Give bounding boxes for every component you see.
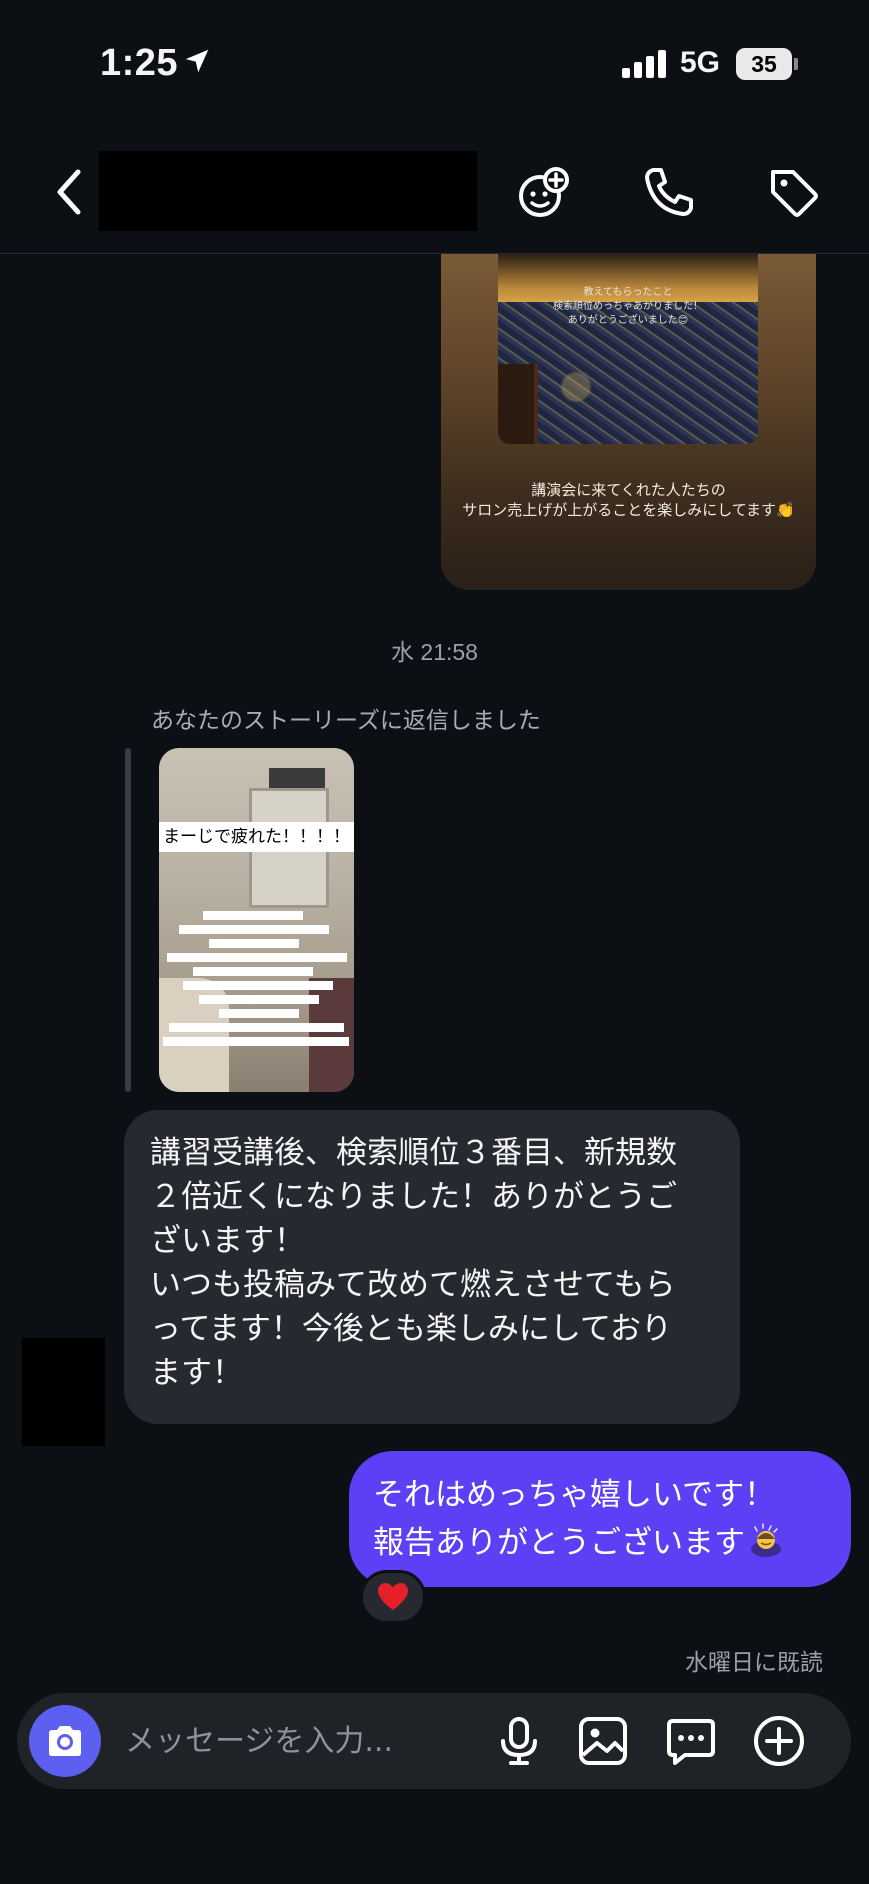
message-timestamp: 水 21:58	[391, 639, 478, 665]
thumb-text-line	[167, 953, 347, 962]
message-input[interactable]	[125, 1717, 425, 1765]
outgoing-message-bubble[interactable]: それはめっちゃ嬉しいです！ 報告ありがとうございます	[349, 1451, 851, 1587]
thumb-text-line	[179, 925, 329, 934]
story-photo-text-line: 検索順位めっちゃあがりました！	[553, 301, 703, 312]
story-photo-text-line: 教えてもらったこと	[583, 287, 673, 298]
story-card[interactable]: 教えてもらったこと 検索順位めっちゃあがりました！ ありがとうございました😊 講…	[441, 254, 816, 590]
outgoing-message-text: それはめっちゃ嬉しいです！ 報告ありがとうございます	[373, 1471, 827, 1567]
thumb-text-line	[183, 981, 333, 990]
story-caption-line: 講演会に来てくれた人たちの	[531, 481, 726, 499]
thumb-text-line	[219, 1009, 299, 1018]
story-photo: 教えてもらったこと 検索順位めっちゃあがりました！ ありがとうございました😊	[498, 254, 758, 444]
message-composer	[17, 1693, 851, 1789]
camera-icon	[49, 1726, 81, 1756]
network-type: 5G	[680, 46, 721, 79]
thumb-text-line	[209, 939, 299, 948]
chat-header	[0, 130, 869, 254]
battery-cap	[794, 58, 798, 70]
thumb-text-line	[163, 1037, 349, 1046]
phone-icon[interactable]	[639, 162, 699, 222]
thumb-title: まーじで疲れた！！！！	[159, 822, 354, 852]
thumb-text-line	[199, 995, 319, 1004]
thumb-text-line	[203, 911, 303, 920]
battery-icon: 35	[736, 48, 792, 80]
story-caption: 講演会に来てくれた人たちの サロン売上げが上がることを楽しみにしてます👏	[441, 480, 816, 520]
effects-face-icon[interactable]	[515, 162, 575, 222]
thumb-text-line	[169, 1023, 344, 1032]
battery-level: 35	[751, 50, 777, 77]
microphone-icon[interactable]	[491, 1713, 547, 1769]
camera-button[interactable]	[29, 1705, 101, 1777]
incoming-message-text: 講習受講後、検索順位３番目、新規数 ２倍近くになりました！ありがとうご ざいます…	[150, 1135, 677, 1391]
signal-bars-icon	[622, 50, 666, 78]
sender-avatar-redacted[interactable]	[22, 1338, 105, 1446]
heart-reaction[interactable]	[360, 1570, 426, 1624]
status-time: 1:25	[100, 42, 179, 84]
chevron-left-icon[interactable]	[50, 166, 90, 218]
add-icon[interactable]	[751, 1713, 807, 1769]
incoming-message-bubble[interactable]: 講習受講後、検索順位３番目、新規数 ２倍近くになりました！ありがとうご ざいます…	[124, 1110, 740, 1424]
read-receipt: 水曜日に既読	[685, 1650, 823, 1676]
reply-quote-bar	[125, 748, 131, 1092]
story-reply-thumbnail[interactable]: まーじで疲れた！！！！	[159, 748, 354, 1092]
heart-icon	[378, 1583, 408, 1610]
outgoing-message-body: それはめっちゃ嬉しいです！ 報告ありがとうございます	[373, 1477, 776, 1561]
thumb-text-line	[193, 967, 313, 976]
contact-name-redacted[interactable]	[99, 151, 477, 231]
story-photo-text: 教えてもらったこと 検索順位めっちゃあがりました！ ありがとうございました😊	[498, 286, 758, 328]
status-bar: 1:25 5G 35	[0, 0, 869, 130]
tag-icon[interactable]	[763, 162, 823, 222]
story-photo-text-line: ありがとうございました😊	[567, 315, 689, 326]
story-caption-line: サロン売上げが上がることを楽しみにしてます👏	[462, 501, 795, 519]
bowing-person-emoji-icon	[751, 1523, 781, 1557]
story-table	[498, 364, 538, 444]
quick-reply-icon[interactable]	[663, 1713, 719, 1769]
story-reply-label: あなたのストーリーズに返信しました	[151, 708, 541, 734]
gallery-icon[interactable]	[575, 1713, 631, 1769]
location-arrow-icon	[185, 49, 209, 73]
